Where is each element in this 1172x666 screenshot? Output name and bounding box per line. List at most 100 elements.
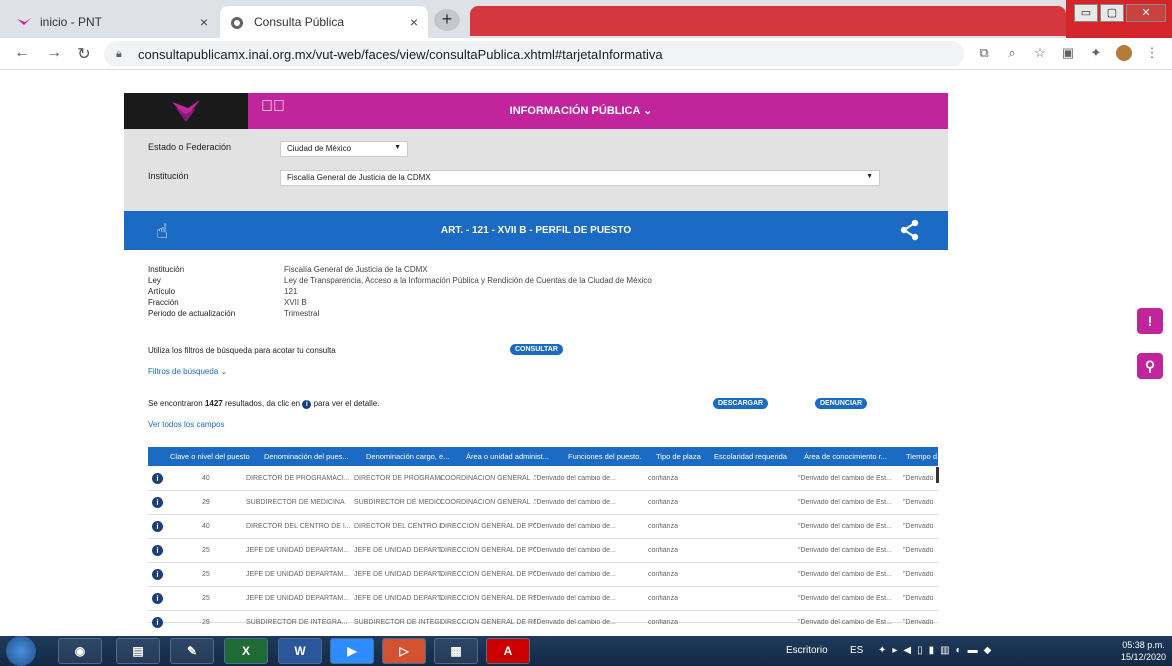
institucion-select[interactable]: Fiscalía General de Justicia de la CDMX … [280,170,880,186]
excel-taskbar-icon[interactable]: X [224,638,268,664]
table-row[interactable]: i 40 DIRECTOR DEL CENTRO DE I... DIRECTOR D… [148,515,938,539]
table-cell: DIRECCION GENERAL DE PO... [440,547,536,554]
table-scrollbar[interactable] [936,467,939,483]
table-cell: 29 [202,619,210,626]
new-tab-button[interactable]: + [434,9,460,31]
table-cell: SUBDIRECTOR DE INTEGRA... [246,619,348,626]
table-cell: JEFE DE UNIDAD DEPARTAM... [246,547,350,554]
table-cell: "Derivado [903,571,934,578]
institucion-value: Fiscalía General de Justicia de la CDMX [287,173,431,182]
table-cell: 25 [202,571,210,578]
word-taskbar-icon[interactable]: W [278,638,322,664]
table-cell: COORDINACION GENERAL ... [440,499,536,506]
column-header[interactable]: Área de conocimiento r... [804,452,887,461]
minimize-icon[interactable]: ▭ [1074,4,1098,22]
column-header[interactable]: Escolaridad requerida [714,452,787,461]
start-button[interactable] [6,636,36,666]
filtros-busqueda-link[interactable]: Filtros de búsqueda ⌄ [148,367,227,376]
row-info-icon[interactable]: i [152,617,163,628]
table-row[interactable]: i 40 DIRECTOR DE PROGRAMACI... DIRECTOR DE … [148,467,938,491]
table-cell: "Derivado del cambio de Est... [798,595,892,602]
table-cell: "Derivado del cambio de... [534,499,616,506]
results-summary: Se encontraron 1427 resultados, da clic … [148,399,379,409]
alert-side-button[interactable]: ! [1137,308,1163,334]
tab-title: Consulta Pública [254,15,345,29]
table-cell: "Derivado del cambio de... [534,571,616,578]
address-bar[interactable]: 🔒︎ consultapublicamx.inai.org.mx/vut-web… [104,41,964,67]
zoom-taskbar-icon[interactable]: ▶ [330,638,374,664]
row-info-icon[interactable]: i [152,521,163,532]
row-info-icon[interactable]: i [152,545,163,556]
tab-consulta-publica[interactable]: Consulta Pública × [220,6,428,38]
table-cell: confianza [648,523,678,530]
column-header[interactable]: Tiempo d [906,452,937,461]
background-tab-strip[interactable] [470,6,1066,36]
menu-informacion-publica[interactable]: INFORMACIÓN PÚBLICA ⌄ [124,104,948,117]
table-cell: confianza [648,475,678,482]
column-header[interactable]: Denominación cargo, e... [366,452,449,461]
chevron-down-icon: ▼ [866,173,873,180]
close-tab-icon[interactable]: × [410,14,418,30]
row-info-icon[interactable]: i [152,569,163,580]
table-cell: 25 [202,595,210,602]
search-key-side-button[interactable]: ⚲ [1137,353,1163,379]
clock[interactable]: 05:38 p.m. 15/12/2020 [1121,639,1166,663]
pdf-extension-icon[interactable]: ▣ [1060,45,1076,61]
detail-label: Ley [148,276,161,285]
chrome-taskbar-icon[interactable]: ◉ [58,638,102,664]
explorer-taskbar-icon[interactable]: ▤ [116,638,160,664]
close-tab-icon[interactable]: × [200,14,208,30]
translate-icon[interactable]: ⧉ [976,45,992,61]
table-cell: "Derivado [903,499,934,506]
site-header: ⇥⃞ INFORMACIÓN PÚBLICA ⌄ [124,93,948,129]
calculator-taskbar-icon[interactable]: ▦ [434,638,478,664]
forward-icon[interactable]: → [44,44,64,62]
consultar-button[interactable]: CONSULTAR [510,344,563,355]
table-row[interactable]: i 25 JEFE DE UNIDAD DEPARTAM... JEFE DE UNI… [148,539,938,563]
table-cell: 25 [202,547,210,554]
tab-inicio[interactable]: inicio - PNT × [6,6,218,38]
row-info-icon[interactable]: i [152,497,163,508]
acrobat-taskbar-icon[interactable]: A [486,638,530,664]
column-header[interactable]: Denominación del pues... [264,452,349,461]
denunciar-button[interactable]: DENUNCIAR [815,398,867,409]
detail-label: Artículo [148,287,176,296]
zoom-icon[interactable]: ⌕ [1004,45,1020,61]
detail-label: Fracción [148,298,179,307]
article-band: ☝︎ ART. - 121 - XVII B - PERFIL DE PUEST… [124,211,948,250]
bookmark-star-icon[interactable]: ☆ [1032,45,1048,61]
tab-title: inicio - PNT [40,15,103,29]
language-indicator[interactable]: ES [850,645,863,656]
table-row[interactable]: i 25 JEFE DE UNIDAD DEPARTAM... JEFE DE UNI… [148,563,938,587]
estado-select[interactable]: Ciudad de México ▼ [280,141,408,157]
profile-avatar[interactable] [1116,45,1132,61]
ver-todos-campos-link[interactable]: Ver todos los campos [148,420,224,429]
escritorio-label[interactable]: Escritorio [786,645,828,656]
column-header[interactable]: Área o unidad administ... [466,452,549,461]
maximize-icon[interactable]: ▢ [1100,4,1124,22]
extensions-puzzle-icon[interactable]: ✦ [1088,45,1104,61]
column-header[interactable]: Funciones del puesto. [568,452,641,461]
paint-taskbar-icon[interactable]: ✎ [170,638,214,664]
column-header[interactable]: Tipo de plaza [656,452,701,461]
detail-value: Ley de Transparencia, Acceso a la Inform… [284,276,652,285]
share-icon[interactable] [900,219,920,241]
row-info-icon[interactable]: i [152,473,163,484]
media-taskbar-icon[interactable]: ▷ [382,638,426,664]
back-icon[interactable]: ← [12,44,32,62]
article-title: ART. - 121 - XVII B - PERFIL DE PUESTO [440,225,632,236]
extensions-row: ⧉ ⌕ ☆ ▣ ✦ ⋮ [976,45,1160,61]
tray-icons[interactable]: ✦▸◀▯▮▥◐▬◆ [878,645,997,656]
reload-icon[interactable]: ↻ [74,44,94,64]
descargar-button[interactable]: DESCARGAR [713,398,769,409]
table-row[interactable]: i 29 SUBDIRECTOR DE MEDICINA SUBDIRECTOR DE… [148,491,938,515]
menu-dots-icon[interactable]: ⋮ [1144,45,1160,61]
table-row[interactable]: i 25 JEFE DE UNIDAD DEPARTAM... JEFE DE UNI… [148,587,938,611]
table-row[interactable]: i 29 SUBDIRECTOR DE INTEGRA... SUBDIRECTOR … [148,611,938,628]
close-window-icon[interactable]: ✕ [1126,4,1166,22]
column-header[interactable]: Clave o nivel del puesto [170,452,250,461]
row-info-icon[interactable]: i [152,593,163,604]
table-cell: 29 [202,499,210,506]
lock-icon: 🔒︎ [116,47,122,60]
results-prefix: Se encontraron [148,399,203,408]
